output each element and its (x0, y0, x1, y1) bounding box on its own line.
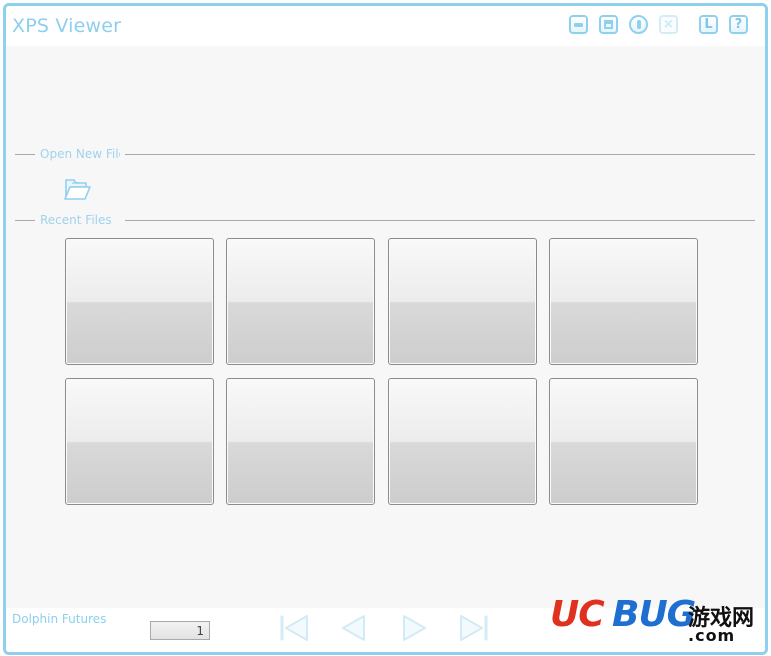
help-icon: ? (734, 17, 743, 32)
recent-file-tile[interactable] (65, 378, 214, 505)
recent-file-tile[interactable] (65, 238, 214, 365)
help-button[interactable]: ? (729, 15, 748, 34)
title-bar[interactable]: XPS Viewer × L ? (6, 6, 765, 46)
pause-button[interactable] (629, 15, 648, 34)
maximize-icon (604, 20, 613, 29)
minimize-button[interactable] (569, 15, 588, 34)
page-number-input[interactable] (150, 621, 210, 640)
watermark-bug: BUG (612, 594, 696, 635)
recent-file-tile[interactable] (226, 238, 375, 365)
language-icon: L (704, 17, 713, 32)
first-page-button[interactable] (276, 612, 312, 644)
close-button[interactable]: × (659, 15, 678, 34)
language-button[interactable]: L (699, 15, 718, 34)
window-title: XPS Viewer (12, 15, 122, 37)
main-content: Open New File Recent Files (6, 46, 765, 608)
minimize-icon (574, 23, 583, 27)
section-divider (15, 154, 35, 155)
close-icon: × (663, 17, 674, 32)
recent-file-tile[interactable] (388, 378, 537, 505)
recent-file-tile[interactable] (549, 238, 698, 365)
next-page-icon (403, 615, 426, 641)
previous-page-icon (342, 615, 365, 641)
watermark-com: .com (688, 626, 736, 645)
next-page-button[interactable] (396, 612, 432, 644)
recent-file-tile[interactable] (388, 238, 537, 365)
open-file-button[interactable] (60, 173, 94, 203)
site-watermark: UC BUG 游戏网 .com (546, 594, 760, 650)
maximize-button[interactable] (599, 15, 618, 34)
watermark-uc: UC (550, 594, 605, 635)
first-page-icon (280, 615, 308, 641)
open-folder-icon (64, 179, 91, 200)
section-divider (125, 154, 755, 155)
section-divider (125, 220, 755, 221)
open-new-file-label: Open New File (40, 147, 120, 161)
last-page-button[interactable] (456, 612, 492, 644)
app-window: XPS Viewer × L ? Open New File Recent Fi… (3, 3, 768, 655)
previous-page-button[interactable] (336, 612, 372, 644)
company-name: Dolphin Futures (12, 612, 107, 626)
recent-files-label: Recent Files (40, 213, 112, 227)
recent-file-tile[interactable] (549, 378, 698, 505)
section-divider (15, 220, 35, 221)
pause-icon (637, 20, 641, 29)
last-page-icon (460, 615, 488, 641)
recent-file-tile[interactable] (226, 378, 375, 505)
